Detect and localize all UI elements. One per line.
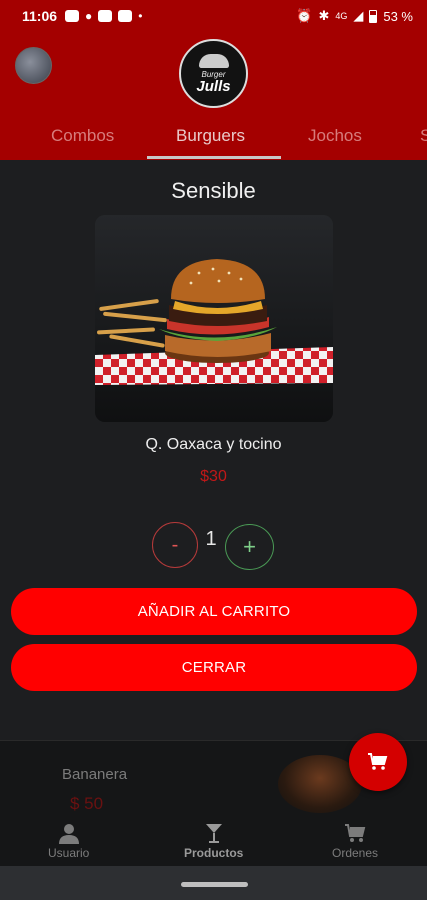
status-time: 11:06 bbox=[22, 8, 58, 24]
battery-icon bbox=[369, 9, 378, 23]
product-image bbox=[95, 215, 333, 422]
tab-combos[interactable]: Combos bbox=[51, 126, 114, 146]
tab-burguers[interactable]: Burguers bbox=[176, 126, 245, 146]
app-header: Burger Julls Combos Burguers Jochos S bbox=[0, 32, 427, 160]
nav-productos[interactable]: Productos bbox=[184, 822, 243, 860]
youtube-notification-icon-2 bbox=[118, 10, 133, 22]
glass-icon bbox=[205, 824, 222, 843]
category-tabs: Combos Burguers Jochos S bbox=[0, 120, 427, 160]
cart-icon bbox=[345, 824, 366, 842]
product-description: Q. Oaxaca y tocino bbox=[145, 436, 282, 453]
app-notification-icon bbox=[98, 10, 113, 22]
youtube-notification-icon bbox=[65, 10, 80, 22]
product-dialog: Sensible Q. Oaxaca y tocino $30 - 1 + AÑ… bbox=[0, 160, 427, 740]
nav-label-ordenes: Ordenes bbox=[332, 846, 379, 860]
tab-jochos[interactable]: Jochos bbox=[308, 126, 362, 146]
burger-logo-icon bbox=[198, 53, 229, 68]
tab-indicator bbox=[147, 156, 281, 159]
close-button[interactable]: CERRAR bbox=[11, 644, 417, 691]
facebook-notification-icon: ● bbox=[85, 9, 93, 23]
bluetooth-icon: ✱ bbox=[318, 8, 330, 23]
brand-logo: Burger Julls bbox=[179, 39, 248, 108]
nav-label-productos: Productos bbox=[184, 846, 244, 860]
increase-quantity-button[interactable]: + bbox=[225, 524, 274, 570]
network-label: 4G bbox=[335, 11, 348, 21]
nav-ordenes[interactable]: Ordenes bbox=[332, 822, 378, 860]
status-right: ⏰ ✱ 4G ◢ 53 % bbox=[296, 8, 413, 24]
list-item-price: $ 50 bbox=[70, 794, 104, 813]
battery-level: 53 % bbox=[383, 8, 413, 24]
avatar[interactable] bbox=[15, 47, 52, 84]
cart-fab-button[interactable] bbox=[349, 733, 407, 791]
quantity-value: 1 bbox=[205, 528, 217, 550]
list-item-name: Bananera bbox=[62, 766, 128, 783]
bottom-navigation: Usuario Productos Ordenes bbox=[0, 818, 427, 866]
add-to-cart-button[interactable]: AÑADIR AL CARRITO bbox=[11, 588, 417, 635]
nav-usuario[interactable]: Usuario bbox=[48, 822, 89, 860]
status-bar: 11:06 ● • ⏰ ✱ 4G ◢ 53 % bbox=[0, 0, 427, 32]
alarm-icon: ⏰ bbox=[296, 8, 313, 23]
nav-label-usuario: Usuario bbox=[48, 846, 90, 860]
system-navigation-bar bbox=[0, 866, 427, 900]
logo-text-bottom: Julls bbox=[196, 77, 231, 95]
dialog-title: Sensible bbox=[171, 178, 256, 203]
product-price: $30 bbox=[200, 468, 227, 485]
user-icon bbox=[58, 824, 79, 844]
decrease-quantity-button[interactable]: - bbox=[152, 522, 198, 568]
dot-icon: • bbox=[138, 9, 143, 23]
tab-next[interactable]: S bbox=[420, 126, 427, 146]
burger-illustration bbox=[95, 215, 333, 422]
home-gesture-handle[interactable] bbox=[181, 882, 248, 887]
signal-icon: ◢ bbox=[353, 8, 364, 23]
cart-icon bbox=[368, 753, 388, 770]
